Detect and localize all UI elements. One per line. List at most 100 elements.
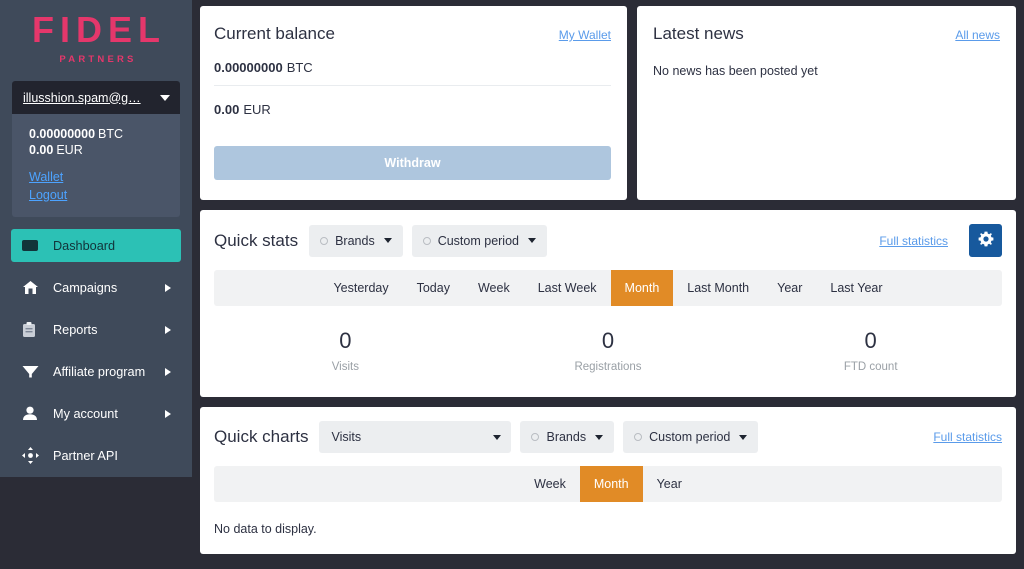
chevron-right-icon (165, 283, 171, 292)
logo-tagline: PARTNERS (59, 54, 137, 65)
stat-value: 0 (339, 328, 352, 353)
quick-charts-metric-select[interactable]: Visits (319, 421, 512, 453)
stat-value: 0 (864, 328, 877, 353)
tabs-spacer (897, 270, 1002, 306)
stat-registrations: 0 Registrations (477, 328, 740, 373)
sidebar-item-campaigns[interactable]: Campaigns (11, 271, 181, 304)
sidebar-item-dashboard[interactable]: Dashboard (11, 229, 181, 262)
sidebar-item-label: Reports (53, 322, 98, 337)
eur-amount: 0.00 (214, 102, 240, 117)
sidebar-item-affiliate-program[interactable]: Affiliate program (11, 355, 181, 388)
sidebar-nav: Dashboard Campaigns Reports Affiliate pr… (0, 229, 192, 472)
quick-charts-title: Quick charts (214, 427, 309, 446)
sidebar-item-reports[interactable]: Reports (11, 313, 181, 346)
stat-value: 0 (601, 328, 615, 353)
circle-icon (531, 433, 540, 441)
quick-stats-period-filter[interactable]: Custom period (411, 224, 547, 257)
chevron-down-icon (595, 434, 604, 440)
wallet-link[interactable]: Wallet (29, 168, 166, 186)
dashboard-icon (22, 239, 44, 253)
sidebar: FIDEL PARTNERS illusshion.spam@g… 0.0000… (0, 0, 192, 477)
sidebar-item-label: Partner API (53, 448, 118, 463)
balance-amount: 0.00000000 (29, 127, 96, 141)
period-filter-label: Custom period (649, 430, 731, 444)
quick-stats-title: Quick stats (214, 230, 299, 250)
chevron-down-icon (383, 238, 392, 243)
tab-week[interactable]: Week (464, 270, 524, 306)
quick-stats-full-statistics-link[interactable]: Full statistics (879, 234, 948, 248)
eur-unit: EUR (243, 102, 271, 117)
logo-wordmark: FIDEL (32, 9, 166, 50)
quick-stats-brands-filter[interactable]: Brands (309, 224, 403, 257)
account-panel: illusshion.spam@g… 0.00000000 BTC 0.00 EUR… (12, 81, 180, 217)
stat-ftd-count: 0 FTD count (739, 328, 1002, 373)
quick-charts-full-statistics-link[interactable]: Full statistics (933, 430, 1002, 444)
sidebar-item-my-account[interactable]: My account (11, 397, 181, 430)
news-card-header: Latest news All news (653, 24, 1000, 44)
tab-last-week[interactable]: Last Week (524, 270, 611, 306)
tab-last-month[interactable]: Last Month (673, 270, 763, 306)
stat-label: FTD count (843, 361, 898, 373)
move-icon (22, 447, 44, 464)
brands-filter-label: Brands (546, 430, 587, 444)
chevron-down-icon (493, 434, 502, 440)
news-title: Latest news (653, 24, 744, 43)
quick-stats-header: Quick stats Brands Custom period Full st… (214, 224, 1002, 257)
top-cards-row: Current balance My Wallet 0.00000000 BTC … (200, 6, 1016, 200)
quick-charts-tabs: Week Month Year (214, 466, 1002, 502)
sidebar-item-partner-api[interactable]: Partner API (11, 439, 181, 472)
dashboard-page: FIDEL PARTNERS illusshion.spam@g… 0.0000… (0, 0, 1024, 569)
balance-amount: 0.00 (29, 143, 54, 157)
stat-label: Registrations (574, 361, 642, 373)
circle-icon (422, 236, 431, 245)
funnel-icon (22, 365, 44, 378)
balance-line: 0.00000000 BTC (29, 126, 166, 142)
user-icon (22, 406, 44, 421)
tab-last-year[interactable]: Last Year (816, 270, 896, 306)
sidebar-item-label: Dashboard (53, 238, 116, 253)
my-wallet-link[interactable]: My Wallet (559, 28, 611, 42)
quick-stats-tabs: Yesterday Today Week Last Week Month Las… (214, 270, 1002, 306)
brands-filter-label: Brands (335, 233, 375, 248)
tab-year[interactable]: Year (763, 270, 816, 306)
all-news-link[interactable]: All news (955, 28, 1000, 42)
btc-balance-row: 0.00000000 BTC (214, 44, 611, 86)
quick-charts-period-filter[interactable]: Custom period (623, 421, 759, 453)
tabs-spacer (696, 466, 1002, 502)
tab-today[interactable]: Today (403, 270, 464, 306)
account-links: Wallet Logout (29, 168, 166, 204)
chevron-down-icon (739, 434, 748, 440)
account-switcher[interactable]: illusshion.spam@g… (12, 81, 180, 114)
logout-link[interactable]: Logout (29, 186, 166, 204)
balance-line: 0.00 EUR (29, 142, 166, 158)
chevron-down-icon (160, 94, 170, 101)
quick-stats-settings-button[interactable] (969, 224, 1002, 257)
balance-currency: EUR (56, 143, 83, 157)
tabs-spacer (214, 270, 319, 306)
quick-charts-brands-filter[interactable]: Brands (520, 421, 615, 453)
stat-label: Visits (331, 361, 359, 373)
circle-icon (634, 433, 643, 441)
quick-charts-empty-message: No data to display. (214, 522, 317, 536)
page-title: Current balance (214, 24, 335, 43)
tab-week[interactable]: Week (520, 466, 580, 502)
tab-month[interactable]: Month (579, 466, 643, 502)
main-content: Current balance My Wallet 0.00000000 BTC … (192, 0, 1024, 569)
sidebar-item-label: Campaigns (53, 280, 118, 295)
tab-year[interactable]: Year (643, 466, 696, 502)
metric-select-label: Visits (331, 430, 362, 444)
withdraw-button[interactable]: Withdraw (214, 146, 611, 180)
btc-amount: 0.00000000 (214, 60, 283, 75)
chevron-down-icon (528, 238, 536, 243)
sidebar-item-label: My account (53, 406, 118, 421)
current-balance-card: Current balance My Wallet 0.00000000 BTC … (200, 6, 627, 200)
account-email: illusshion.spam@g… (23, 90, 141, 105)
tab-yesterday[interactable]: Yesterday (319, 270, 402, 306)
sidebar-item-label: Affiliate program (53, 364, 146, 379)
latest-news-card: Latest news All news No news has been po… (637, 6, 1016, 200)
news-empty-message: No news has been posted yet (653, 64, 818, 78)
tabs-spacer (214, 466, 520, 502)
tab-month[interactable]: Month (610, 270, 674, 306)
quick-stats-panel: Quick stats Brands Custom period Full st… (200, 210, 1016, 397)
chevron-right-icon (165, 367, 171, 376)
